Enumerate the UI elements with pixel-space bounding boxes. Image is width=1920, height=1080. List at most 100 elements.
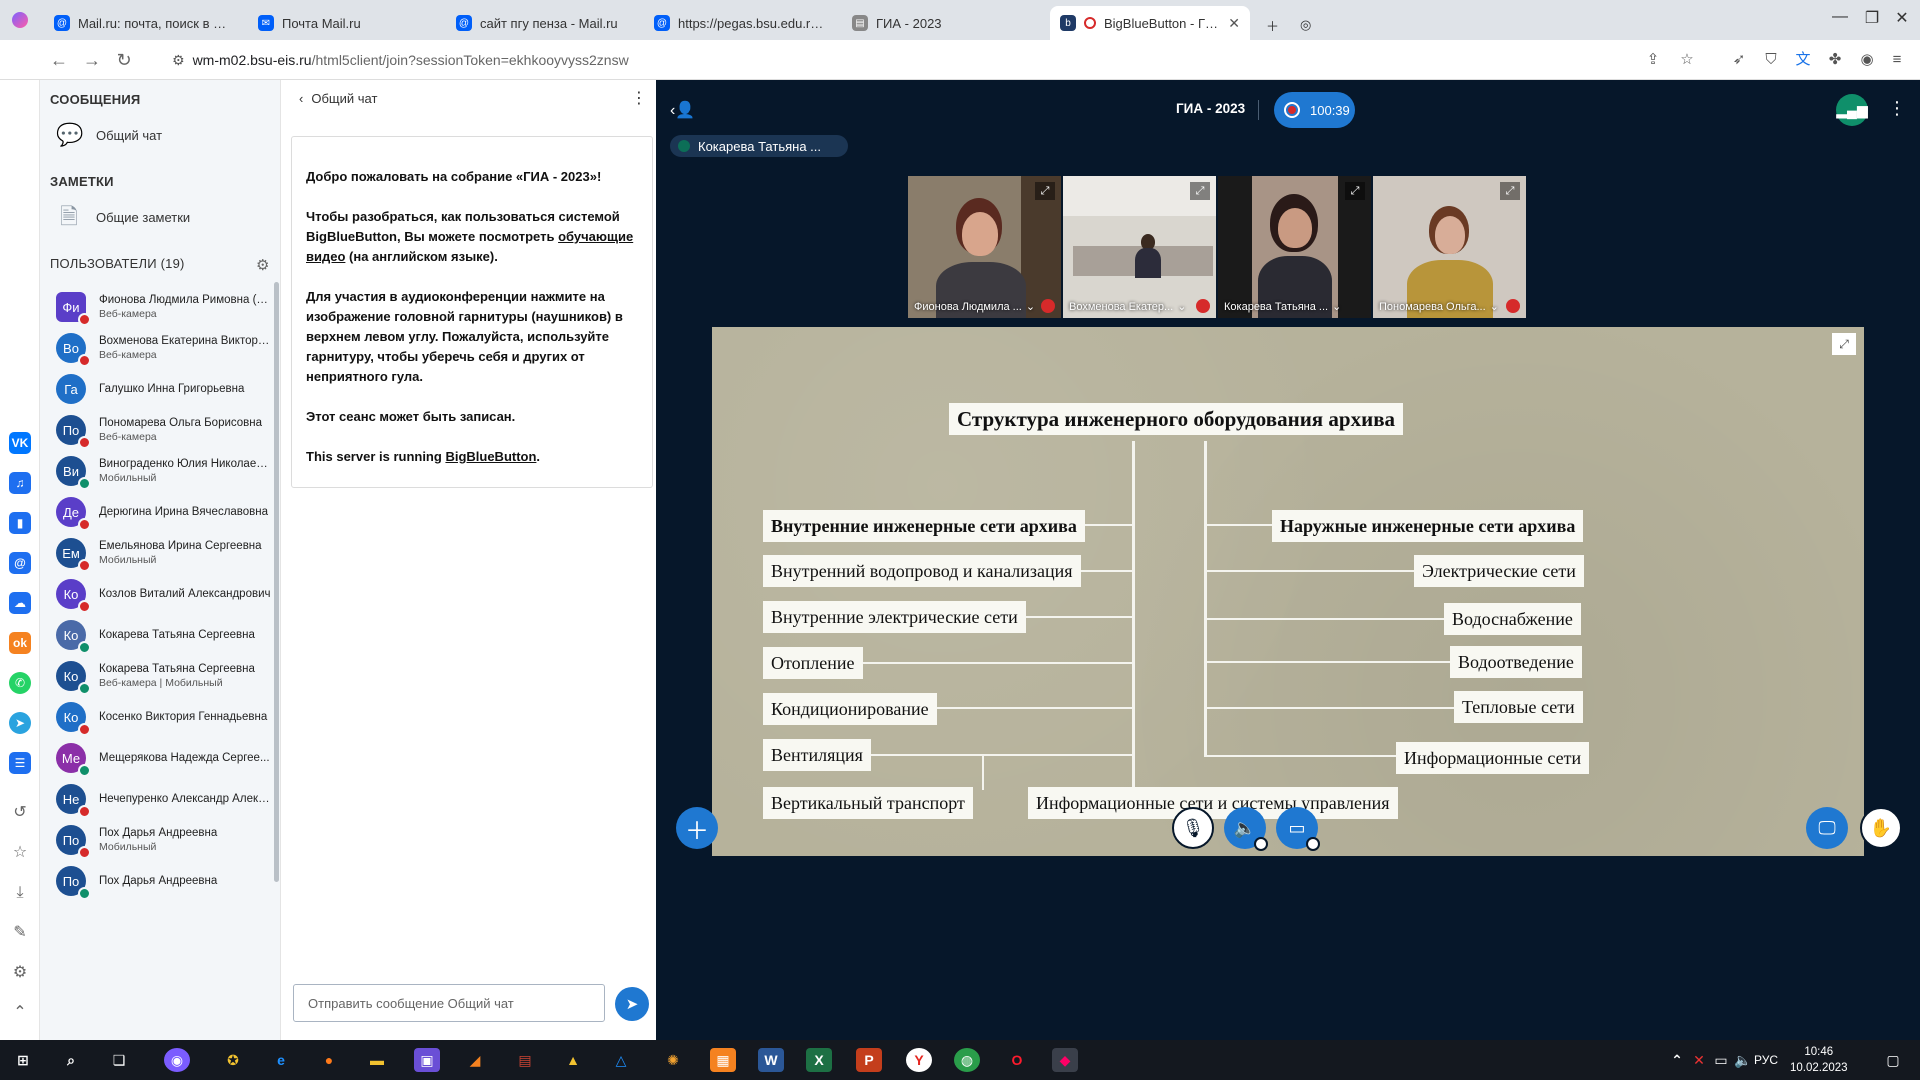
back-button[interactable]: ← — [47, 48, 71, 72]
webcam-tile[interactable]: ⤢ Пономарева Ольга... ⌄ — [1373, 176, 1526, 318]
user-list-item[interactable]: По Пох Дарья Андреевна — [40, 856, 272, 906]
translate-icon[interactable]: 文 — [1792, 49, 1814, 71]
share-icon[interactable]: ⇪ — [1642, 49, 1664, 71]
account-icon[interactable]: ◉ — [1856, 49, 1878, 71]
windows-start-icon[interactable]: ⊞ — [10, 1048, 36, 1072]
download-icon[interactable]: ⤓ — [9, 882, 31, 904]
presentation-screen-icon: 🖵 — [1818, 817, 1836, 838]
presentation-toggle-button[interactable]: 🖵 — [1806, 807, 1848, 849]
volume-icon[interactable]: 🔈 — [1734, 1048, 1752, 1072]
site-info-icon[interactable]: ⚙ — [172, 52, 185, 69]
floppy-icon[interactable]: ▣ — [414, 1048, 440, 1072]
raise-hand-button[interactable]: ✋ — [1860, 807, 1902, 849]
recording-indicator[interactable]: 100:39 — [1274, 92, 1355, 128]
image-viewer-icon[interactable]: ▦ — [710, 1048, 736, 1072]
new-tab-button[interactable]: ＋ — [1256, 8, 1286, 42]
fullscreen-icon[interactable]: ⤢ — [1500, 182, 1520, 200]
music-icon[interactable]: ♫ — [9, 472, 31, 494]
triangle-app-icon[interactable]: ▲ — [560, 1048, 586, 1072]
chat-message-input[interactable]: Отправить сообщение Общий чат — [293, 984, 605, 1022]
mute-microphone-button[interactable]: 🎙 — [1172, 807, 1214, 849]
browser-tab[interactable]: ✉ Почта Mail.ru — [248, 6, 438, 40]
drive-icon[interactable]: △ — [608, 1048, 634, 1072]
chat-header[interactable]: ‹ Общий чат — [299, 91, 377, 106]
settings-gear-icon[interactable]: ⚙ — [9, 962, 31, 984]
user-list: Фи Фионова Людмила Римовна (Вы) Веб-камера… — [40, 282, 280, 1032]
stats-icon[interactable]: ▮ — [9, 512, 31, 534]
network-icon[interactable]: ▭ — [1712, 1048, 1730, 1072]
webcam-tile[interactable]: ⤢ Кокарева Татьяна ... ⌄ — [1218, 176, 1371, 318]
opera-icon[interactable]: O — [1004, 1048, 1030, 1072]
active-browser-icon[interactable]: ◆ — [1052, 1048, 1078, 1072]
archive-icon[interactable]: ▤ — [512, 1048, 538, 1072]
game-icon[interactable]: ✪ — [220, 1048, 246, 1072]
firefox-icon[interactable]: ● — [316, 1048, 342, 1072]
word-icon[interactable]: W — [758, 1048, 784, 1072]
public-chat-item[interactable]: 💬 Общий чат — [56, 122, 162, 148]
browser-tab[interactable]: @ Mail.ru: почта, поиск в интер — [44, 6, 240, 40]
browser-tab[interactable]: @ сайт пгу пенза - Mail.ru — [446, 6, 636, 40]
browser-profile-icon[interactable] — [12, 12, 28, 28]
vk-icon[interactable]: VK — [9, 432, 31, 454]
alice-icon[interactable]: ◉ — [164, 1048, 190, 1072]
browser-menu-icon[interactable]: ≡ — [1886, 49, 1908, 71]
bookmark-star-icon[interactable]: ☆ — [1676, 49, 1698, 71]
slide-fullscreen-icon[interactable]: ⤢ — [1832, 333, 1856, 355]
favorites-star-icon[interactable]: ☆ — [9, 842, 31, 864]
tab-search-button[interactable]: ◎ — [1290, 8, 1320, 42]
url-field[interactable]: ⚙ wm-m02.bsu-eis.ru/html5client/join?ses… — [172, 47, 1612, 73]
cloud-icon[interactable]: ☁ — [9, 592, 31, 614]
forward-button[interactable]: → — [80, 48, 104, 72]
close-window-button[interactable]: ✕ — [1882, 8, 1920, 28]
user-list-scrollbar[interactable] — [274, 282, 279, 882]
browser-tab[interactable]: @ https://pegas.bsu.edu.ru/mc — [644, 6, 834, 40]
app-icon[interactable]: ◢ — [462, 1048, 488, 1072]
list-icon[interactable]: ☰ — [9, 752, 31, 774]
audio-button[interactable]: 🔈 — [1224, 807, 1268, 851]
telegram-icon[interactable]: ➤ — [9, 712, 31, 734]
search-icon[interactable]: ⌕ — [58, 1048, 84, 1072]
file-explorer-icon[interactable]: ▬ — [364, 1048, 390, 1072]
fullscreen-icon[interactable]: ⤢ — [1190, 182, 1210, 200]
task-view-icon[interactable]: ❏ — [106, 1048, 132, 1072]
mail-at-icon[interactable]: @ — [9, 552, 31, 574]
webcam-tile[interactable]: ⤢ Вохменова Екатер... ⌄ — [1063, 176, 1216, 318]
close-tab-icon[interactable]: ✕ — [1228, 15, 1240, 32]
fullscreen-icon[interactable]: ⤢ — [1035, 182, 1055, 200]
browser-tab[interactable]: ▤ ГИА - 2023 — [842, 6, 1038, 40]
connection-status-icon[interactable]: ▂▄▆ — [1836, 94, 1868, 126]
camera-button[interactable]: ▭ — [1276, 807, 1320, 851]
excel-icon[interactable]: X — [806, 1048, 832, 1072]
tray-arrow-icon[interactable]: ⌃ — [1668, 1048, 1686, 1072]
reload-button[interactable]: ↻ — [112, 48, 136, 72]
fullscreen-icon[interactable]: ⤢ — [1345, 182, 1365, 200]
shield-icon[interactable]: ⛉ — [1760, 49, 1782, 71]
user-options-gear-icon[interactable]: ⚙ — [256, 256, 269, 274]
options-menu-icon[interactable]: ⋮ — [1888, 98, 1906, 119]
webcam-tile[interactable]: ⤢ Фионова Людмила ... ⌄ — [908, 176, 1061, 318]
notifications-icon[interactable]: ▢ — [1880, 1048, 1906, 1072]
brush-icon[interactable]: ✎ — [9, 922, 31, 944]
yandex-browser-icon[interactable]: Y — [906, 1048, 932, 1072]
extensions-puzzle-icon[interactable]: ✤ — [1824, 49, 1846, 71]
chrome-icon[interactable]: ◍ — [954, 1048, 980, 1072]
odnoklassniki-icon[interactable]: ok — [9, 632, 31, 654]
bigbluebutton-link[interactable]: BigBlueButton — [445, 449, 536, 464]
history-icon[interactable]: ↺ — [9, 802, 31, 824]
sun-app-icon[interactable]: ✺ — [660, 1048, 686, 1072]
actions-plus-button[interactable]: ＋ — [676, 807, 718, 849]
tray-app-icon[interactable]: ✕ — [1690, 1048, 1708, 1072]
shared-notes-item[interactable]: 🗎 Общие заметки — [56, 204, 190, 230]
taskbar-clock[interactable]: 10:46 10.02.2023 — [1790, 1044, 1848, 1076]
browser-tab[interactable]: b BigBlueButton - ГИА - D ✕ — [1050, 6, 1250, 40]
send-message-button[interactable]: ➤ — [615, 987, 649, 1021]
edge-icon[interactable]: e — [268, 1048, 294, 1072]
collapse-up-icon[interactable]: ⌃ — [9, 1002, 31, 1024]
powerpoint-icon[interactable]: P — [856, 1048, 882, 1072]
chat-options-icon[interactable]: ⋮ — [631, 88, 647, 108]
toggle-userlist-icon[interactable]: ‹👤 — [670, 100, 695, 120]
connector-line — [860, 662, 1134, 664]
rocket-icon[interactable]: ➶ — [1728, 49, 1750, 71]
language-indicator[interactable]: РУС — [1754, 1053, 1778, 1067]
whatsapp-icon[interactable]: ✆ — [9, 672, 31, 694]
